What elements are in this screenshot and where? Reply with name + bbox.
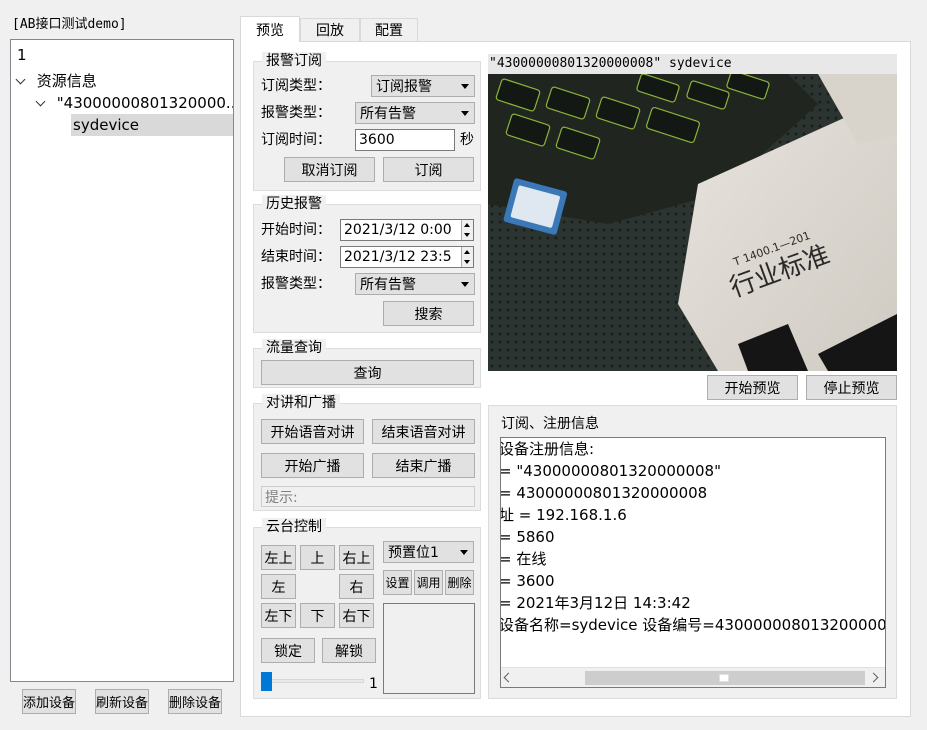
tree-item-label: "43000000801320000... — [56, 94, 233, 112]
preset-select[interactable]: 预置位1 — [383, 541, 474, 563]
scroll-right-icon[interactable] — [868, 672, 879, 683]
chevron-down-icon — [461, 282, 469, 287]
device-tree[interactable]: 1 资源信息 "43000000801320000... sydevice — [10, 39, 234, 682]
chevron-down-icon — [460, 550, 468, 555]
ptz-down-right-button[interactable]: 右下 — [339, 603, 374, 628]
video-title-bar: "43000000801320000008" sydevice — [488, 54, 897, 74]
info-log-title: 订阅、注册信息 — [501, 416, 599, 432]
info-log-lines: 设备注册信息: = "43000000801320000008" = 43000… — [500, 438, 886, 636]
lock-button[interactable]: 锁定 — [261, 638, 315, 663]
tab-config[interactable]: 配置 — [360, 18, 418, 41]
tree-item-root[interactable]: 1 — [11, 44, 233, 66]
start-time-picker[interactable]: 2021/3/12 0:00 — [340, 219, 474, 241]
alarm-type-select[interactable]: 所有告警 — [355, 102, 475, 124]
ptz-left-button[interactable]: 左 — [261, 574, 296, 599]
tree-item-label: 资源信息 — [36, 72, 97, 90]
horizontal-scrollbar[interactable] — [501, 667, 885, 687]
scroll-left-icon[interactable] — [503, 672, 514, 683]
log-line: = 在线 — [500, 550, 547, 568]
add-device-button[interactable]: 添加设备 — [22, 689, 76, 714]
select-value: 订阅报警 — [376, 79, 432, 95]
preset-list[interactable] — [383, 603, 475, 694]
hint-field: 提示: — [261, 486, 475, 507]
ptz-up-button[interactable]: 上 — [300, 545, 335, 570]
tab-preview[interactable]: 预览 — [240, 16, 300, 42]
sub-time-label: 订阅时间： — [261, 132, 331, 148]
tree-item-device-id[interactable]: "43000000801320000... — [11, 92, 233, 114]
chevron-down-icon — [461, 111, 469, 116]
history-alarm-type-select[interactable]: 所有告警 — [355, 273, 475, 295]
subscribe-button[interactable]: 订阅 — [383, 157, 474, 182]
log-line: = 43000000801320000008 — [500, 484, 708, 502]
end-time-label: 结束时间： — [261, 249, 331, 265]
log-line: = 2021年3月12日 14:3:42 — [500, 594, 691, 612]
slider-thumb[interactable] — [261, 672, 272, 691]
tree-item-label: 1 — [17, 46, 27, 64]
stop-preview-button[interactable]: 停止预览 — [806, 375, 897, 400]
preset-set-button[interactable]: 设置 — [383, 570, 412, 595]
app-title: [AB接口测试demo] — [12, 17, 127, 32]
group-title: 流量查询 — [262, 339, 326, 357]
spinner-icon[interactable] — [461, 220, 473, 240]
scrollbar-thumb[interactable] — [585, 671, 865, 685]
ptz-up-left-button[interactable]: 左上 — [261, 545, 296, 570]
ptz-down-left-button[interactable]: 左下 — [261, 603, 296, 628]
tree-item-label: sydevice — [73, 116, 139, 134]
log-line: = 5860 — [500, 528, 555, 546]
group-title: 云台控制 — [262, 518, 326, 536]
sub-type-label: 订阅类型： — [261, 78, 331, 94]
group-title: 历史报警 — [262, 195, 326, 213]
log-line: = 3600 — [500, 572, 555, 590]
sub-time-unit: 秒 — [460, 132, 474, 148]
speed-slider[interactable] — [261, 670, 364, 692]
sub-time-input[interactable]: 3600 — [355, 129, 455, 151]
cancel-subscribe-button[interactable]: 取消订阅 — [284, 157, 375, 182]
start-preview-button[interactable]: 开始预览 — [707, 375, 798, 400]
ptz-right-button[interactable]: 右 — [339, 574, 374, 599]
history-alarm-type-label: 报警类型： — [261, 276, 331, 292]
preset-call-button[interactable]: 调用 — [414, 570, 443, 595]
date-value: 2021/3/12 0:00 — [344, 222, 452, 238]
video-frame-image: 行业标准 T 1400.1—201 — [488, 74, 897, 371]
stop-talk-button[interactable]: 结束语音对讲 — [372, 419, 475, 444]
start-time-label: 开始时间： — [261, 222, 331, 238]
unlock-button[interactable]: 解锁 — [322, 638, 376, 663]
start-talk-button[interactable]: 开始语音对讲 — [261, 419, 364, 444]
slider-track — [261, 679, 364, 683]
select-value: 预置位1 — [388, 545, 439, 561]
spinner-icon[interactable] — [461, 247, 473, 267]
speed-value: 1 — [369, 676, 378, 692]
log-line: 设备注册信息: — [500, 440, 595, 458]
ptz-down-button[interactable]: 下 — [300, 603, 335, 628]
chevron-down-icon[interactable] — [15, 74, 26, 85]
group-title: 对讲和广播 — [262, 394, 340, 412]
select-value: 所有告警 — [360, 277, 416, 293]
grip-icon — [719, 674, 729, 682]
tree-item-sydevice[interactable]: sydevice — [71, 114, 233, 136]
group-title: 报警订阅 — [262, 52, 326, 70]
ptz-up-right-button[interactable]: 右上 — [339, 545, 374, 570]
chevron-down-icon — [461, 84, 469, 89]
chevron-down-icon[interactable] — [35, 96, 46, 107]
alarm-type-label: 报警类型： — [261, 105, 331, 121]
tab-playback[interactable]: 回放 — [300, 18, 360, 41]
end-time-picker[interactable]: 2021/3/12 23:5 — [340, 246, 474, 268]
start-broadcast-button[interactable]: 开始广播 — [261, 453, 364, 478]
query-button[interactable]: 查询 — [261, 360, 474, 385]
refresh-device-button[interactable]: 刷新设备 — [95, 689, 149, 714]
stop-broadcast-button[interactable]: 结束广播 — [372, 453, 475, 478]
preset-delete-button[interactable]: 删除 — [445, 570, 474, 595]
info-log-textbox[interactable]: 设备注册信息: = "43000000801320000008" = 43000… — [500, 437, 886, 688]
log-line: 址 = 192.168.1.6 — [500, 506, 627, 524]
date-value: 2021/3/12 23:5 — [344, 249, 452, 265]
select-value: 所有告警 — [360, 106, 416, 122]
search-button[interactable]: 搜索 — [383, 301, 474, 326]
log-line: = "43000000801320000008" — [500, 462, 722, 480]
log-line: 设备名称=sydevice 设备编号=43000000801320000008 — [500, 616, 886, 634]
video-title: "43000000801320000008" sydevice — [489, 56, 732, 71]
delete-device-button[interactable]: 删除设备 — [168, 689, 222, 714]
sub-type-select[interactable]: 订阅报警 — [371, 75, 475, 97]
tree-item-resources[interactable]: 资源信息 — [11, 70, 233, 92]
video-view[interactable]: 行业标准 T 1400.1—201 — [488, 74, 897, 371]
